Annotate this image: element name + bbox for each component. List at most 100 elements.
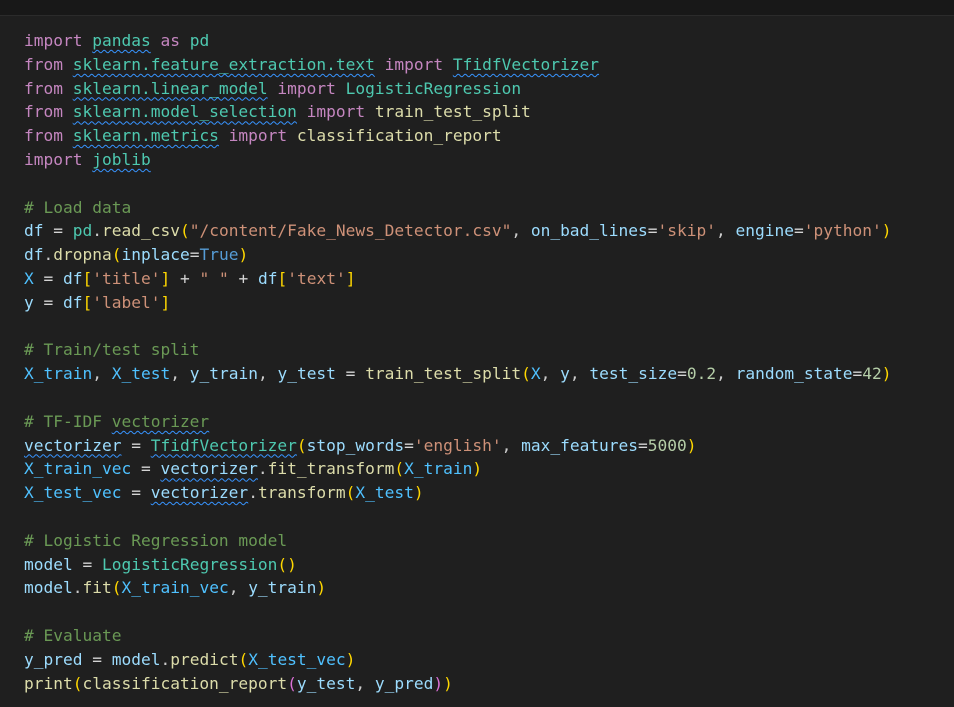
code-token: df [63,292,83,312]
code-token: model [24,578,73,598]
code-token: 'text' [287,268,346,288]
code-line[interactable]: df.dropna(inplace=True) [24,243,892,267]
code-token: ) [443,673,453,693]
code-token: vectorizer [150,483,249,503]
code-token: import [277,78,336,98]
code-line[interactable]: from sklearn.metrics import classificati… [24,124,892,148]
code-token: joblib [92,149,151,169]
code-token: y [24,292,34,312]
code-token: pd [189,31,210,50]
code-token: ( [521,364,531,384]
code-token: df [24,245,44,265]
code-line[interactable]: y = df['label'] [24,291,892,315]
code-token: = [677,364,687,384]
code-line[interactable] [24,386,892,410]
code-token: ) [686,435,697,455]
code-line[interactable]: model = LogisticRegression() [24,553,892,577]
code-token: . [43,245,54,265]
code-token: X [530,364,541,384]
code-token: = [72,554,102,574]
code-line[interactable]: from sklearn.feature_extraction.text imp… [24,53,892,77]
code-line[interactable]: y_pred = model.predict(X_test_vec) [24,648,892,672]
code-line[interactable]: print(classification_report(y_test, y_pr… [24,672,892,696]
code-token: fit_transform [267,459,395,479]
code-token: df [24,221,44,241]
code-line[interactable]: X_test_vec = vectorizer.transform(X_test… [24,481,892,505]
code-line[interactable]: model.fit(X_train_vec, y_train) [24,576,892,600]
code-token: sklearn.feature_extraction.text [72,54,375,74]
code-line[interactable]: X_train_vec = vectorizer.fit_transform(X… [24,457,892,481]
code-line[interactable]: # Logistic Regression model [24,529,892,553]
code-line[interactable]: # TF-IDF vectorizer [24,410,892,434]
code-line[interactable]: # Load data [24,196,892,220]
code-token: y_train [189,364,258,384]
code-token: , [355,673,375,693]
code-token: , [540,364,561,384]
code-line[interactable]: from sklearn.linear_model import Logisti… [24,77,892,101]
code-line[interactable]: X = df['title'] + " " + df['text'] [24,267,892,291]
code-line[interactable] [24,172,892,196]
code-token: X_train [24,364,93,384]
code-token: import [228,126,288,146]
editor-top-bar [0,0,954,16]
code-token: as [160,31,180,50]
code-token: 'python' [803,221,882,241]
code-token: X_test [355,483,414,503]
code-token: model [111,649,161,669]
code-token: () [277,554,297,574]
code-editor[interactable]: import pandas as pd from sklearn.feature_… [0,0,954,707]
code-line[interactable] [24,505,892,529]
code-token: print [24,673,73,693]
code-token: = [43,221,73,241]
code-token: = [638,435,648,455]
code-token: ) [238,245,249,265]
code-line[interactable]: # Evaluate [24,624,892,648]
code-token: ( [179,221,190,241]
code-token: import [24,149,83,169]
code-token: " " [199,268,229,288]
code-line[interactable]: import joblib [24,148,892,172]
code-token: engine [735,221,794,241]
code-token: X_train_vec [121,578,229,598]
code-token: , [170,364,190,384]
code-token: dropna [53,245,112,265]
code-area[interactable]: import pandas as pd from sklearn.feature_… [24,29,892,695]
code-token: [ [277,268,288,288]
code-token: ( [296,435,307,455]
code-token: test_size [589,364,678,384]
code-line[interactable]: # Train/test split [24,338,892,362]
code-token: from [24,78,63,98]
code-token: read_csv [102,221,180,241]
code-token: max_features [521,435,639,455]
code-line[interactable]: vectorizer = TfidfVectorizer(stop_words=… [24,434,892,458]
code-line[interactable]: from sklearn.model_selection import trai… [24,100,892,124]
code-line[interactable]: df = pd.read_csv("/content/Fake_News_Det… [24,219,892,243]
code-token: stop_words [306,435,405,455]
code-token: vectorizer [111,411,210,431]
code-token: ) [316,578,327,598]
code-token: ) [413,483,424,503]
code-line[interactable] [24,315,892,339]
code-token: . [92,221,102,241]
code-line[interactable]: X_train, X_test, y_train, y_test = train… [24,362,892,386]
code-token: = [794,221,804,241]
code-line[interactable]: import pandas as pd [24,29,892,53]
code-token: from [24,126,63,146]
code-token: = [647,221,658,241]
code-token: , [92,364,112,384]
code-token: 'label' [92,292,161,312]
code-token: # Evaluate [24,625,122,645]
code-token: ( [287,673,297,693]
code-token: = [82,649,112,669]
code-line[interactable] [24,600,892,624]
code-token: TfidfVectorizer [150,435,297,455]
code-token: ) [881,364,892,384]
code-token: , [511,221,531,241]
code-token: . [257,459,268,479]
code-token: import [306,102,366,122]
